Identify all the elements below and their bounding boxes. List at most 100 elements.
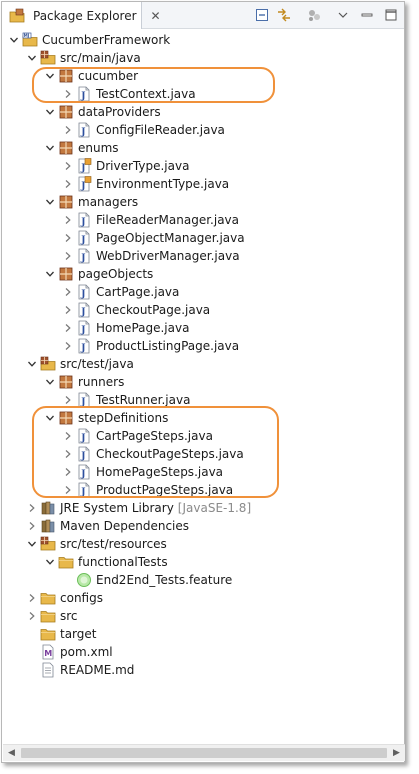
tree-item-src-test-resources[interactable]: src/test/resources [2, 535, 404, 553]
tree-item-file-testcontext[interactable]: TestContext.java [2, 85, 404, 103]
expanded-arrow-icon[interactable] [26, 49, 38, 67]
tree-item-file-productpagesteps[interactable]: ProductPageSteps.java [2, 481, 404, 499]
expanded-arrow-icon[interactable] [44, 193, 56, 211]
tree-item-file-productlistingpage[interactable]: ProductListingPage.java [2, 337, 404, 355]
collapsed-arrow-icon[interactable] [26, 589, 38, 607]
collapsed-arrow-icon[interactable] [62, 175, 74, 193]
tree-item-package-enums[interactable]: enums [2, 139, 404, 157]
package-icon [58, 140, 74, 156]
tree-item-file-testrunner[interactable]: TestRunner.java [2, 391, 404, 409]
collapsed-arrow-icon[interactable] [62, 121, 74, 139]
tree-item-file-readme[interactable]: README.md [2, 661, 404, 679]
tree-item-folder-src[interactable]: src [2, 607, 404, 625]
collapsed-arrow-icon[interactable] [26, 607, 38, 625]
folder-icon [40, 626, 56, 642]
expanded-arrow-icon[interactable] [44, 265, 56, 283]
tree-item-file-pom[interactable]: pom.xml [2, 643, 404, 661]
expanded-arrow-icon[interactable] [44, 139, 56, 157]
collapse-all-icon[interactable] [254, 7, 270, 23]
link-with-editor-icon[interactable] [276, 7, 292, 23]
close-icon[interactable]: ✕ [151, 9, 161, 23]
tree-item-label: runners [78, 375, 125, 389]
collapsed-arrow-icon[interactable] [62, 319, 74, 337]
collapsed-arrow-icon[interactable] [62, 211, 74, 229]
horizontal-scrollbar[interactable]: ◀ ▶ [3, 744, 405, 761]
tree-item-label: CucumberFramework [42, 33, 171, 47]
tree-item-file-configfilereader[interactable]: ConfigFileReader.java [2, 121, 404, 139]
tree-item-label: README.md [60, 663, 135, 677]
expanded-arrow-icon[interactable] [8, 31, 20, 49]
collapsed-arrow-icon[interactable] [26, 499, 38, 517]
scroll-left-icon[interactable]: ◀ [3, 745, 20, 761]
tree-item-file-filereadermanager[interactable]: FileReaderManager.java [2, 211, 404, 229]
collapsed-arrow-icon[interactable] [62, 391, 74, 409]
collapsed-arrow-icon[interactable] [62, 463, 74, 481]
tree-item-file-environmenttype[interactable]: EnvironmentType.java [2, 175, 404, 193]
view-header: Package Explorer ✕ [2, 2, 404, 29]
collapsed-arrow-icon[interactable] [62, 157, 74, 175]
tree-item-src-test-java[interactable]: src/test/java [2, 355, 404, 373]
collapsed-arrow-icon[interactable] [62, 247, 74, 265]
maven-pom-icon [40, 644, 56, 660]
expanded-arrow-icon[interactable] [26, 535, 38, 553]
enum-file-icon [76, 158, 92, 174]
view-menu-icon[interactable] [335, 7, 351, 23]
expanded-arrow-icon[interactable] [44, 67, 56, 85]
tree-item-label: HomePage.java [96, 321, 190, 335]
focus-on-active-task-icon[interactable] [306, 7, 322, 23]
package-explorer-icon [9, 8, 25, 24]
tree-item-file-cartpagesteps[interactable]: CartPageSteps.java [2, 427, 404, 445]
tree-item-src-main-java[interactable]: src/main/java [2, 49, 404, 67]
tree-item-jre-library[interactable]: JRE System Library [JavaSE-1.8] [2, 499, 404, 517]
collapsed-arrow-icon[interactable] [62, 427, 74, 445]
tree-item-folder-target[interactable]: target [2, 625, 404, 643]
tree-item-file-cartpage[interactable]: CartPage.java [2, 283, 404, 301]
tree-item-package-runners[interactable]: runners [2, 373, 404, 391]
tree-item-package-managers[interactable]: managers [2, 193, 404, 211]
collapsed-arrow-icon[interactable] [62, 481, 74, 499]
tree-item-package-stepdefinitions[interactable]: stepDefinitions [2, 409, 404, 427]
tree-item-maven-dependencies[interactable]: Maven Dependencies [2, 517, 404, 535]
collapsed-arrow-icon[interactable] [62, 337, 74, 355]
tree-item-file-homepage[interactable]: HomePage.java [2, 319, 404, 337]
java-file-icon [76, 248, 92, 264]
tree-item-label: ConfigFileReader.java [96, 123, 225, 137]
tree-item-file-homepagesteps[interactable]: HomePageSteps.java [2, 463, 404, 481]
scroll-right-icon[interactable]: ▶ [388, 745, 405, 761]
tree-item-package-cucumber[interactable]: cucumber [2, 67, 404, 85]
minimize-icon[interactable] [359, 7, 375, 23]
package-icon [58, 104, 74, 120]
collapsed-arrow-icon[interactable] [62, 301, 74, 319]
expanded-arrow-icon[interactable] [44, 409, 56, 427]
tree-item-file-feature[interactable]: End2End_Tests.feature [2, 571, 404, 589]
tree-item-label: End2End_Tests.feature [96, 573, 233, 587]
tree-item-package-pageobjects[interactable]: pageObjects [2, 265, 404, 283]
expanded-arrow-icon[interactable] [44, 553, 56, 571]
collapsed-arrow-icon[interactable] [62, 283, 74, 301]
tree-item-label: DriverType.java [96, 159, 190, 173]
tree-item-label: CheckoutPage.java [96, 303, 211, 317]
tree-item-folder-configs[interactable]: configs [2, 589, 404, 607]
maximize-icon[interactable] [383, 7, 399, 23]
collapsed-arrow-icon[interactable] [26, 517, 38, 535]
expanded-arrow-icon[interactable] [44, 103, 56, 121]
tree-item-file-checkoutpage[interactable]: CheckoutPage.java [2, 301, 404, 319]
tab-package-explorer[interactable]: Package Explorer ✕ [2, 2, 161, 29]
expanded-arrow-icon[interactable] [44, 373, 56, 391]
tree-item-label: ProductListingPage.java [96, 339, 240, 353]
expanded-arrow-icon[interactable] [26, 355, 38, 373]
collapsed-arrow-icon[interactable] [62, 85, 74, 103]
tree-item-label: functionalTests [78, 555, 168, 569]
tree-item-project[interactable]: CucumberFramework [2, 31, 404, 49]
collapsed-arrow-icon[interactable] [62, 229, 74, 247]
tree-item-file-webdrivermanager[interactable]: WebDriverManager.java [2, 247, 404, 265]
tree-item-label: target [60, 627, 97, 641]
java-file-icon [76, 428, 92, 444]
scrollbar-thumb[interactable] [21, 748, 387, 758]
tree-item-folder-functionaltests[interactable]: functionalTests [2, 553, 404, 571]
tree-item-package-dataproviders[interactable]: dataProviders [2, 103, 404, 121]
collapsed-arrow-icon[interactable] [62, 445, 74, 463]
tree-item-file-checkoutpagesteps[interactable]: CheckoutPageSteps.java [2, 445, 404, 463]
tree-item-file-pageobjectmanager[interactable]: PageObjectManager.java [2, 229, 404, 247]
tree-item-file-drivertype[interactable]: DriverType.java [2, 157, 404, 175]
